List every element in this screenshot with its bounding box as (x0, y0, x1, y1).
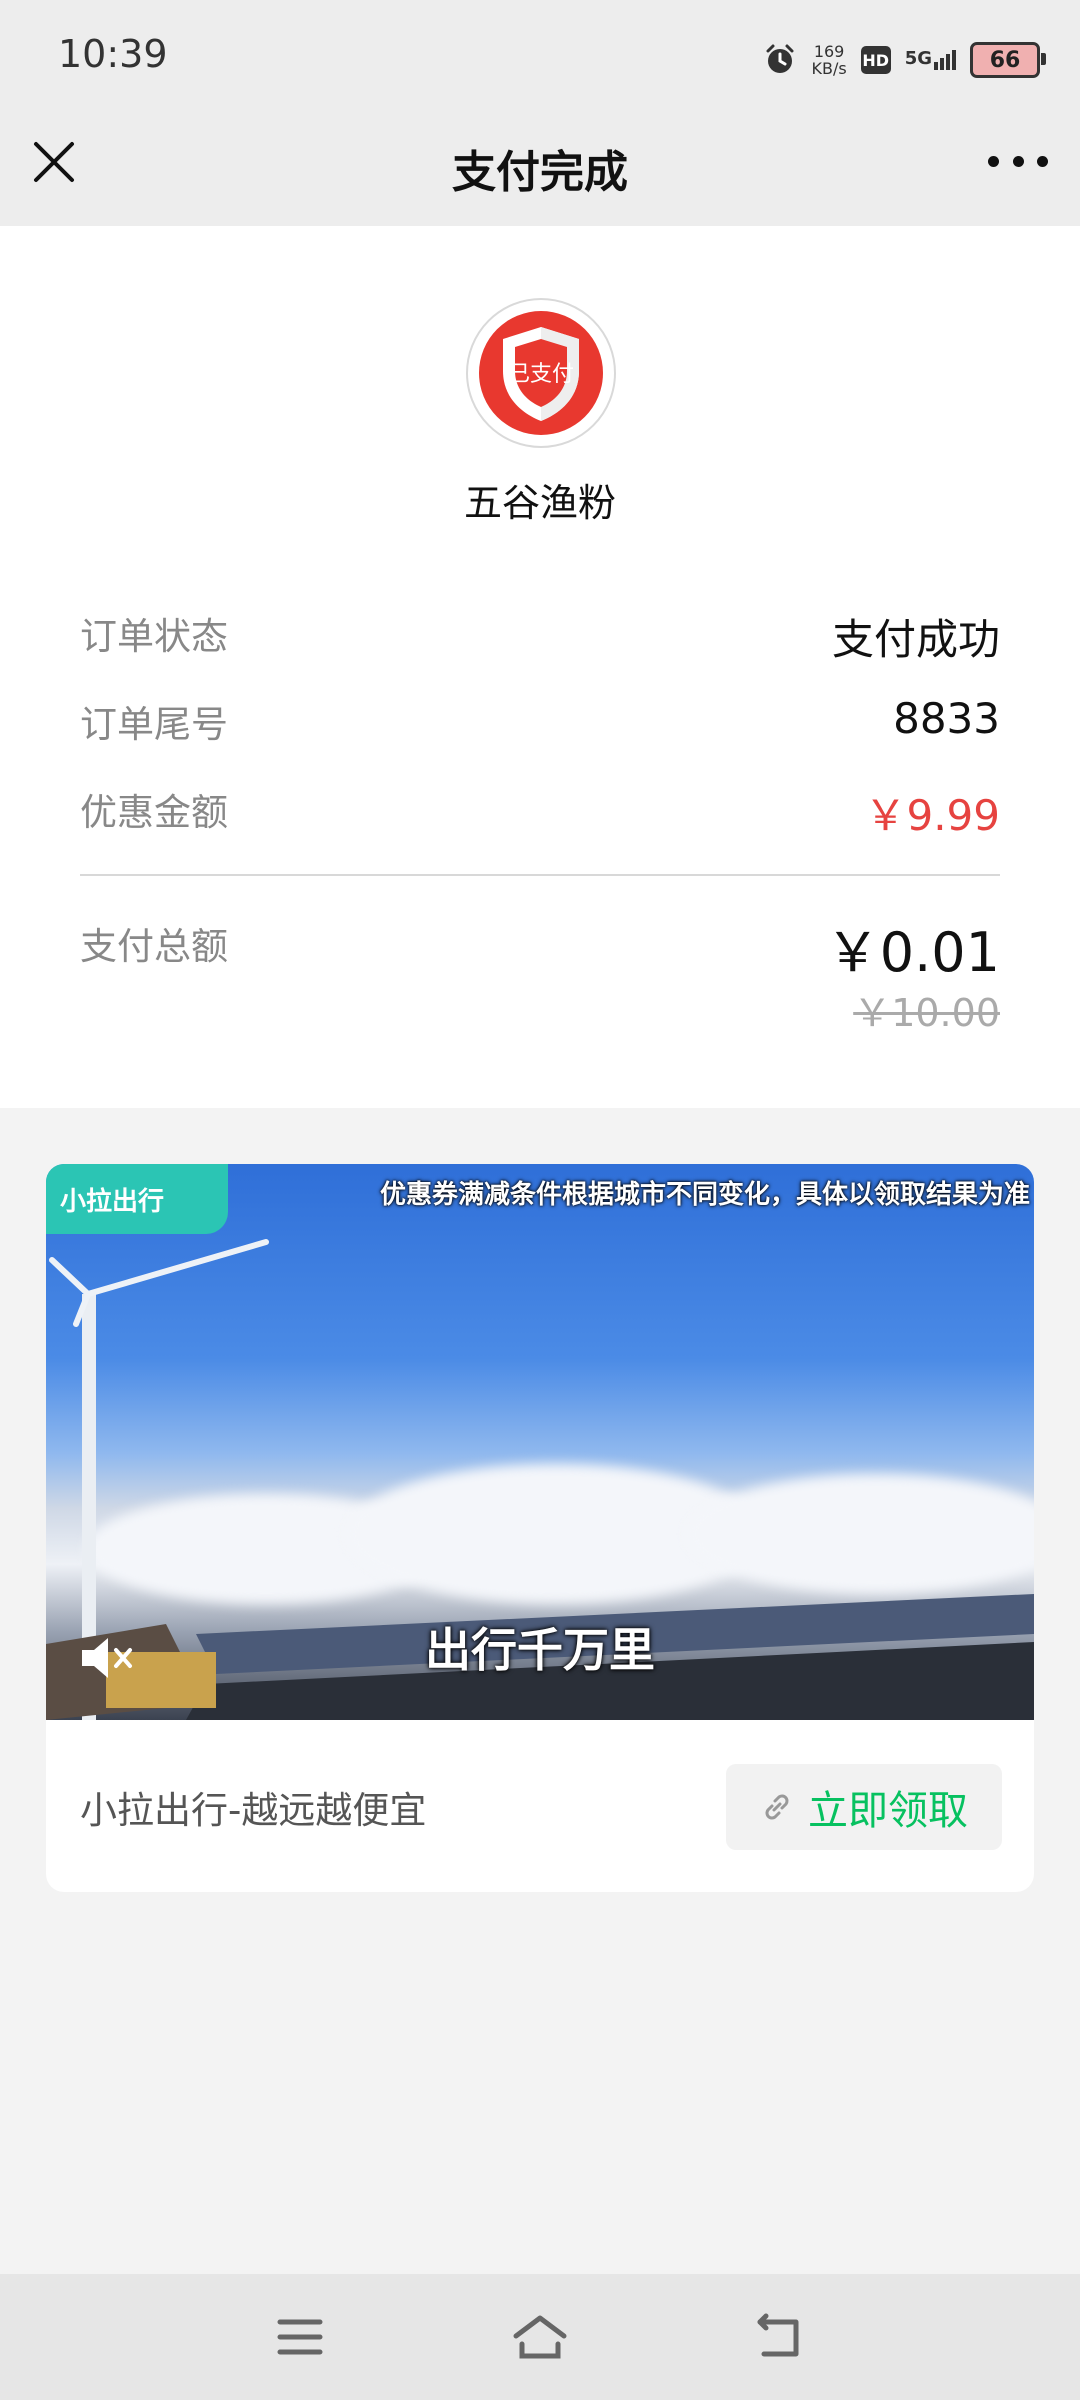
ad-card[interactable]: 小拉出行 优惠券满减条件根据城市不同变化，具体以领取结果为准 出行千万里 小拉出… (46, 1164, 1034, 1892)
mute-button[interactable] (72, 1626, 136, 1690)
back-icon (757, 2313, 799, 2357)
total-value: ￥0.01 (825, 921, 1000, 984)
title-bar: 支付完成 (0, 110, 1080, 226)
status-time: 10:39 (58, 32, 168, 76)
merchant-name: 五谷渔粉 (463, 481, 616, 525)
row-value: 支付成功 (831, 615, 1000, 664)
paid-shield-icon: 已支付 (479, 311, 603, 435)
home-button[interactable] (510, 2310, 570, 2364)
ad-notice: 优惠券满减条件根据城市不同变化，具体以领取结果为准 (379, 1180, 1030, 1210)
discount-value: ￥9.99 (864, 791, 1000, 840)
net-speed-value: 169 (813, 42, 845, 61)
system-nav-bar (0, 2274, 1080, 2400)
row-label: 优惠金额 (80, 791, 228, 834)
ad-caption: 出行千万里 (425, 1623, 655, 1677)
payment-result-card: 已支付 五谷渔粉 订单状态 支付成功 订单尾号 8833 优惠金额 ￥9.99 … (0, 226, 1080, 1108)
original-price: ￥10.00 (853, 991, 1000, 1035)
discount-row: 优惠金额 ￥9.99 (80, 782, 1000, 842)
more-icon-dot (1037, 155, 1048, 167)
claim-button[interactable]: 立即领取 (726, 1764, 1002, 1850)
alarm-icon (766, 44, 794, 73)
hd-icon: HD (860, 46, 891, 74)
claim-button-label: 立即领取 (808, 1788, 968, 1834)
more-button[interactable] (988, 146, 1048, 176)
page-title: 支付完成 (452, 147, 628, 198)
back-button[interactable] (750, 2310, 810, 2364)
battery-level: 66 (989, 47, 1021, 73)
more-icon (988, 155, 999, 167)
net-speed-unit: KB/s (811, 59, 847, 78)
signal-5g-icon: 5G (905, 50, 956, 70)
row-label: 支付总额 (80, 925, 228, 968)
home-icon (513, 2315, 567, 2359)
menu-button[interactable] (270, 2310, 330, 2364)
divider (80, 874, 1000, 876)
row-label: 订单尾号 (80, 703, 228, 746)
mute-icon (82, 1638, 132, 1678)
row-label: 订单状态 (80, 615, 228, 658)
status-bar: 10:39 169 KB/s HD 5G 66 (0, 0, 1080, 110)
paid-badge-text: 已支付 (508, 362, 574, 387)
ad-video[interactable]: 小拉出行 优惠券满减条件根据城市不同变化，具体以领取结果为准 出行千万里 (46, 1164, 1034, 1720)
link-icon (765, 1794, 789, 1820)
status-icons: 169 KB/s HD 5G 66 (763, 40, 1046, 80)
order-tail-row: 订单尾号 8833 (80, 694, 1000, 754)
ad-brand-tag: 小拉出行 (46, 1164, 228, 1234)
ad-title: 小拉出行-越远越便宜 (80, 1789, 427, 1832)
menu-icon (277, 2319, 323, 2355)
merchant-logo: 已支付 (466, 298, 616, 448)
net-speed: 169 KB/s (811, 43, 846, 77)
battery-icon: 66 (970, 42, 1046, 78)
more-icon-dot (1012, 155, 1024, 167)
row-value: 8833 (893, 694, 1000, 743)
signal-5g-label: 5G (904, 48, 932, 69)
order-status-row: 订单状态 支付成功 (80, 606, 1000, 666)
